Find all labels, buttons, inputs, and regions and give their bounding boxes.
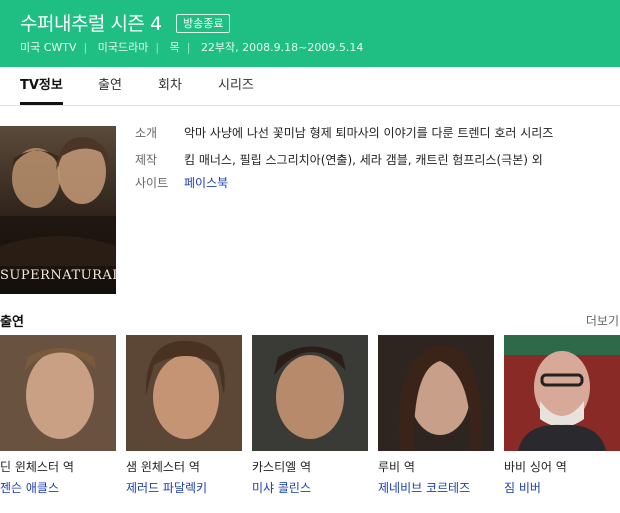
site-link[interactable]: 페이스북 [184,174,228,191]
info-value: 악마 사냥에 나선 꽃미남 형제 퇴마사의 이야기를 다룬 트렌디 호러 시리즈 [184,126,554,140]
cast-role: 바비 싱어 역 [504,460,567,474]
header-bar: 수퍼내추럴 시즌 4 방송종료 미국 CWTV | 미국드라마 | 목 | 22부작,… [0,0,620,67]
poster-title: SUPERNATURAL [0,268,116,283]
info-value: 킴 매너스, 필립 스그리치아(연출), 세라 갬블, 캐트린 험프리스(극본)… [184,153,543,167]
meta-divider: | [186,41,191,54]
meta-channel[interactable]: 미국 CWTV [20,39,77,55]
actor-photo[interactable] [126,335,242,451]
tab-bar: TV정보 출연 회차 시리즈 [0,67,620,106]
meta-line: 미국 CWTV | 미국드라마 | 목 | 22부작, 2008.9.18~2009.… [20,39,363,55]
tab-tv-info[interactable]: TV정보 [20,67,63,105]
cast-role: 딘 윈체스터 역 [0,460,74,474]
actor-photo[interactable] [0,335,116,451]
cast-role: 카스티엘 역 [252,460,312,474]
status-badge: 방송종료 [176,14,231,33]
actor-photo[interactable] [504,335,620,451]
cast-card[interactable]: 샘 윈체스터 역 제러드 파달렉키 [126,335,242,496]
meta-episodes: 22부작, 2008.9.18~2009.5.14 [200,41,364,54]
poster-image[interactable]: SUPERNATURAL [0,126,116,294]
info-label: 사이트 [135,176,169,190]
more-link[interactable]: 더보기 [586,312,619,329]
meta-divider: | [155,41,160,54]
cast-section-title: 출연 [0,315,24,330]
cast-card[interactable]: 카스티엘 역 미샤 콜린스 [252,335,368,496]
meta-divider: | [83,41,88,54]
cast-actor-link[interactable]: 젠슨 애클스 [0,479,116,496]
info-label: 제작 [135,153,158,167]
tab-episodes[interactable]: 회차 [158,67,182,104]
cast-card[interactable]: 딘 윈체스터 역 젠슨 애클스 [0,335,116,496]
actor-photo[interactable] [378,335,494,451]
page-title: 수퍼내추럴 시즌 4 [20,13,162,35]
info-label: 소개 [135,126,158,140]
cast-actor-link[interactable]: 제러드 파달렉키 [126,479,242,496]
cast-card[interactable]: 바비 싱어 역 짐 비버 [504,335,620,496]
meta-day: 목 [169,41,180,54]
actor-photo[interactable] [252,335,368,451]
cast-role: 샘 윈체스터 역 [126,460,200,474]
cast-actor-link[interactable]: 미샤 콜린스 [252,479,368,496]
cast-actor-link[interactable]: 짐 비버 [504,479,620,496]
tab-series[interactable]: 시리즈 [218,67,254,104]
cast-role: 루비 역 [378,460,415,474]
cast-actor-link[interactable]: 제네비브 코르테즈 [378,479,494,496]
cast-card[interactable]: 루비 역 제네비브 코르테즈 [378,335,494,496]
tab-cast[interactable]: 출연 [98,67,122,104]
meta-genre[interactable]: 미국드라마 [98,39,149,55]
